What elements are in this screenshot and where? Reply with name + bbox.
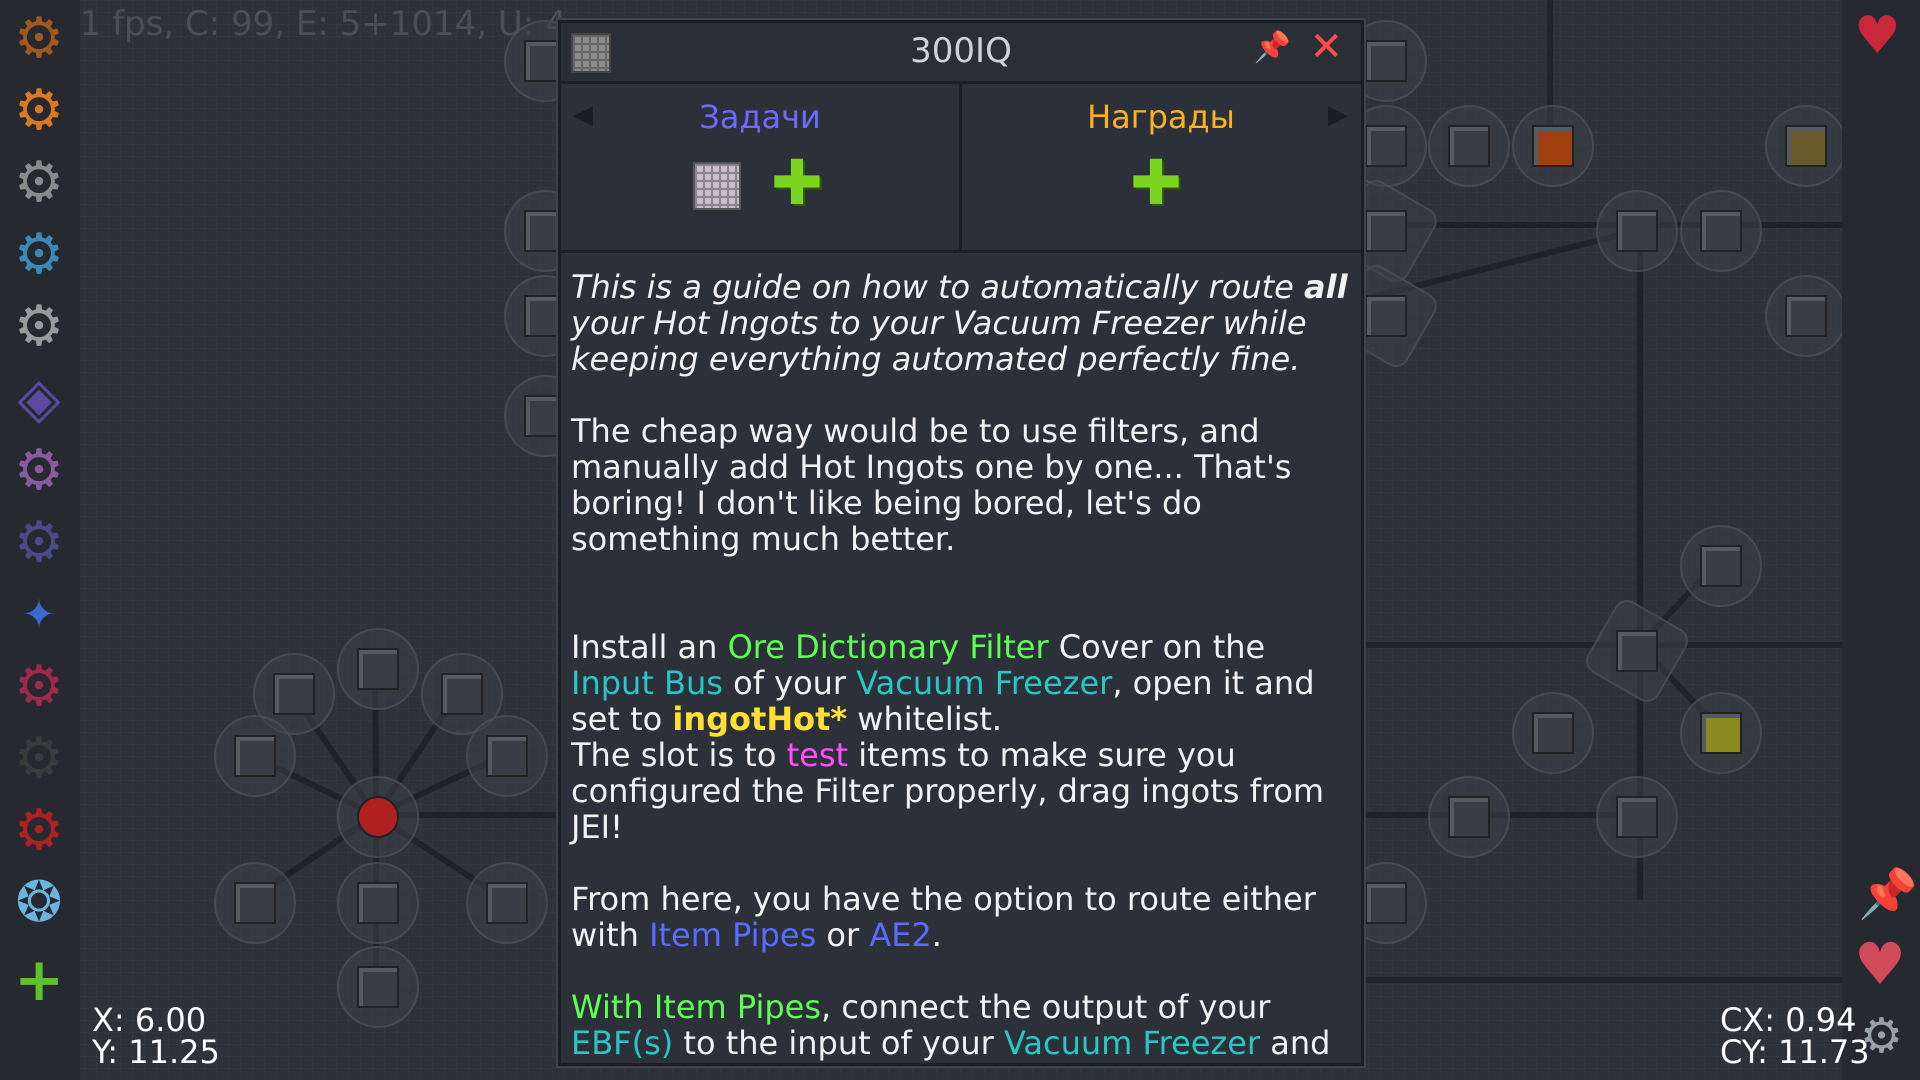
coord-cx: CX: 0.94 <box>1720 1001 1857 1039</box>
chapter-1-gear-icon[interactable]: ⚙ <box>12 11 66 67</box>
chapter-7-gear-icon[interactable]: ⚙ <box>12 443 66 499</box>
quest-node[interactable] <box>1428 776 1510 858</box>
add-task-button[interactable]: ✚ <box>771 152 823 214</box>
quest-description: This is a guide on how to automatically … <box>561 253 1361 1061</box>
coord-cy: CY: 11.73 <box>1720 1033 1870 1071</box>
heart-icon[interactable]: ♥ <box>1854 935 1906 993</box>
quest-node[interactable] <box>466 862 548 944</box>
cursor-coords: X: 6.00 Y: 11.25 <box>92 1004 220 1068</box>
quest-node[interactable] <box>1596 190 1678 272</box>
next-arrow-icon[interactable]: ▶ <box>1328 100 1348 130</box>
quest-node[interactable] <box>1680 190 1762 272</box>
chapter-6-cube-icon[interactable]: ◈ <box>12 371 66 427</box>
quest-dialog: 300IQ 📌 ✕ ◀ Задачи ✚ Награды ▶ ✚ This is… <box>558 20 1364 1066</box>
add-chapter-button[interactable]: + <box>14 950 64 1010</box>
task-item-icon[interactable] <box>693 162 741 210</box>
quest-node[interactable] <box>1512 692 1594 774</box>
dialog-titlebar: 300IQ 📌 ✕ <box>561 23 1361 84</box>
quest-node[interactable] <box>1765 275 1847 357</box>
chapter-8-gear-icon[interactable]: ⚙ <box>12 515 66 571</box>
desc-paragraph-6: With Item Pipes, connect the output of y… <box>571 988 1331 1062</box>
quest-tabs: ◀ Задачи ✚ Награды ▶ ✚ <box>561 84 1361 253</box>
quest-node[interactable] <box>1680 525 1762 607</box>
tasks-tab[interactable]: Задачи <box>561 98 959 136</box>
quest-node[interactable] <box>214 715 296 797</box>
add-reward-button[interactable]: ✚ <box>1130 152 1182 214</box>
rewards-tab[interactable]: Награды <box>962 98 1360 136</box>
chapter-3-gear-icon[interactable]: ⚙ <box>12 155 66 211</box>
chapter-13-gear-icon[interactable]: ❂ <box>12 875 66 931</box>
desc-paragraph-2: The cheap way would be to use filters, a… <box>571 412 1292 558</box>
quest-node[interactable] <box>337 628 419 710</box>
desc-paragraph-3: Install an Ore Dictionary Filter Cover o… <box>571 628 1315 738</box>
close-icon[interactable]: ✕ <box>1309 27 1343 67</box>
chapter-4-gear-icon[interactable]: ⚙ <box>12 227 66 283</box>
chapter-2-gear-icon[interactable]: ⚙ <box>12 83 66 139</box>
quest-node-core[interactable] <box>337 776 419 858</box>
quest-node[interactable] <box>466 715 548 797</box>
coord-y: Y: 11.25 <box>92 1033 220 1071</box>
quest-node[interactable] <box>1428 105 1510 187</box>
quest-node[interactable] <box>337 862 419 944</box>
chapter-5-gear-icon[interactable]: ⚙ <box>12 299 66 355</box>
quest-node[interactable] <box>1765 105 1847 187</box>
center-coords: CX: 0.94 CY: 11.73 <box>1720 1004 1870 1068</box>
right-toolbar: ♥ 📌 ♥ ⚙ <box>1842 0 1920 1080</box>
heart-pulse-icon[interactable]: ♥ <box>1854 10 1901 62</box>
tasks-panel: ◀ Задачи ✚ <box>561 84 962 250</box>
quest-node[interactable] <box>214 862 296 944</box>
quest-node[interactable] <box>1680 692 1762 774</box>
quest-node[interactable] <box>1512 105 1594 187</box>
pin-icon[interactable]: 📌 <box>1858 870 1918 918</box>
quest-title: 300IQ <box>910 31 1012 71</box>
chapter-10-gear-icon[interactable]: ⚙ <box>12 659 66 715</box>
rewards-panel: Награды ▶ ✚ <box>962 84 1360 250</box>
chapter-11-gear-icon[interactable]: ⚙ <box>12 731 66 787</box>
quest-node[interactable] <box>337 946 419 1028</box>
pin-icon[interactable]: 📌 <box>1254 33 1291 63</box>
quest-node[interactable] <box>1596 776 1678 858</box>
chapter-9-satellite-icon[interactable]: ✦ <box>12 588 66 642</box>
chapter-sidebar: ⚙ ⚙ ⚙ ⚙ ⚙ ◈ ⚙ ⚙ ✦ ⚙ ⚙ ⚙ ❂ + <box>0 0 80 1080</box>
desc-paragraph-4: The slot is to test items to make sure y… <box>571 736 1325 846</box>
chapter-12-gear-icon[interactable]: ⚙ <box>12 803 66 859</box>
desc-paragraph-1: This is a guide on how to automatically … <box>571 268 1348 378</box>
desc-paragraph-5: From here, you have the option to route … <box>571 880 1316 954</box>
coord-x: X: 6.00 <box>92 1001 207 1039</box>
